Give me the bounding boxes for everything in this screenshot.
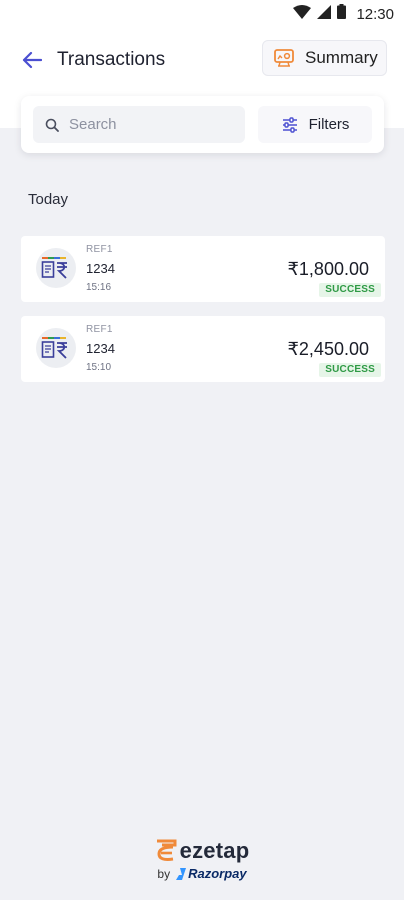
app-header: Transactions Summary [0,40,404,80]
partner-name: Razorpay [188,866,247,881]
back-button[interactable] [20,48,44,72]
status-badge: SUCCESS [319,283,381,297]
upi-rupee-icon [41,337,67,359]
search-icon [45,118,59,132]
summary-label: Summary [305,48,378,67]
brand-by-row: by Razorpay [0,866,404,881]
footer-brand: ezetap by Razorpay [0,838,404,881]
payment-method-avatar [36,248,76,288]
brand-logo-row: ezetap [0,838,404,864]
ezetap-logo-icon [156,839,177,861]
filters-button[interactable]: Filters [258,106,372,143]
search-input[interactable] [69,116,229,133]
summary-button[interactable]: Summary [262,40,387,76]
brand-name: ezetap [179,838,250,863]
arrow-left-icon [22,51,42,69]
transaction-card[interactable]: REF1 1234 15:10 ₹2,450.00 SUCCESS [21,316,385,382]
transaction-time: 15:16 [86,282,112,293]
summary-chart-icon [273,47,295,69]
search-filter-card: Filters [21,96,384,153]
status-badge: SUCCESS [319,363,381,377]
battery-icon [337,4,347,24]
transaction-amount: ₹2,450.00 [287,339,369,359]
partner-logo: Razorpay [176,866,247,881]
status-icons: 12:30 [293,4,394,24]
payment-method-avatar [36,328,76,368]
wifi-icon [293,4,312,24]
razorpay-logo-icon [176,867,187,880]
upi-rupee-icon [41,257,67,279]
transaction-amount: ₹1,800.00 [287,259,369,279]
transaction-ref-label: REF1 [86,324,113,335]
transaction-id: 1234 [86,341,115,356]
transaction-ref-label: REF1 [86,244,113,255]
section-date-label: Today [28,191,69,208]
signal-icon [317,4,332,24]
brand-by-text: by [157,866,171,881]
page-title: Transactions [57,49,166,70]
status-bar: 12:30 [0,0,404,30]
transaction-card[interactable]: REF1 1234 15:16 ₹1,800.00 SUCCESS [21,236,385,302]
filter-sliders-icon [281,116,299,134]
transaction-time: 15:10 [86,362,112,373]
status-time: 12:30 [356,5,394,23]
search-box[interactable] [33,106,245,143]
filters-label: Filters [308,116,350,133]
transaction-id: 1234 [86,261,115,276]
